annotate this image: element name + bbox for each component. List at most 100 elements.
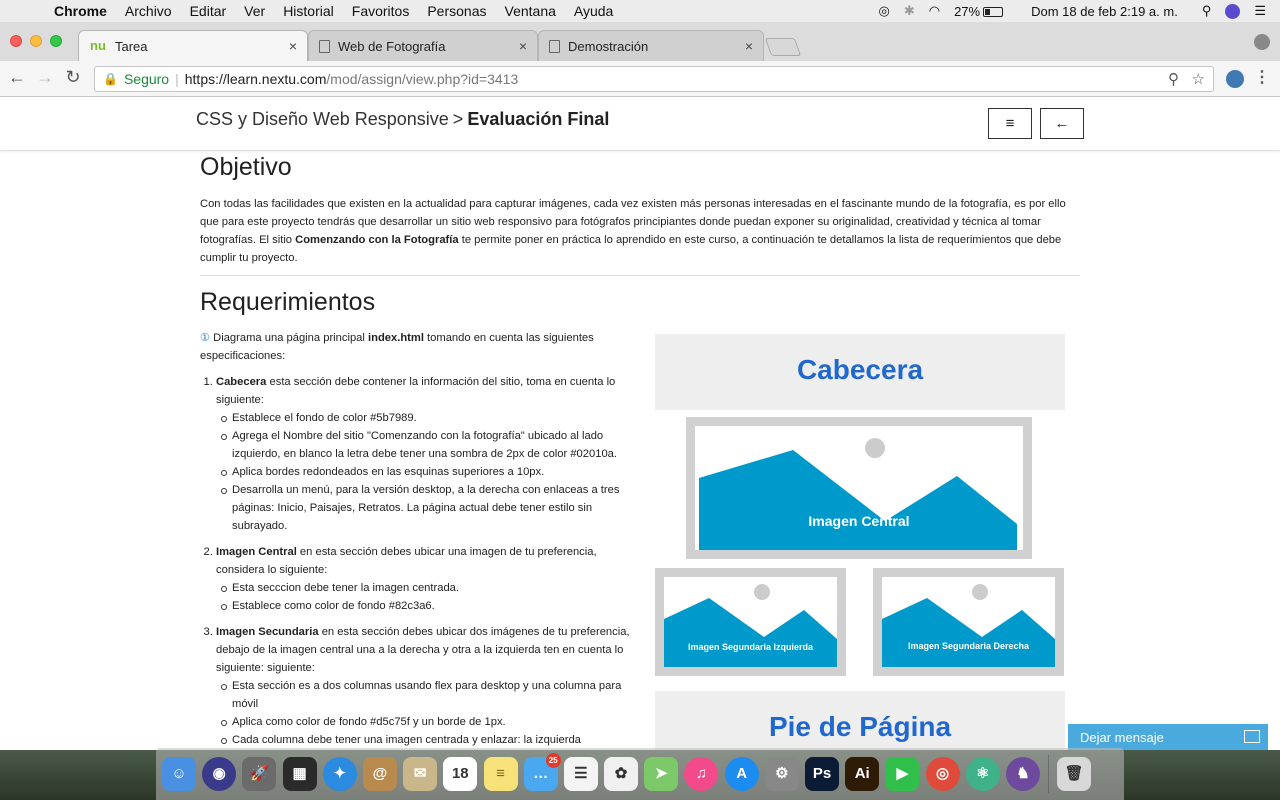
diagram-footer-block: Pie de Página bbox=[655, 691, 1065, 750]
creative-cloud-icon[interactable]: ◎ bbox=[878, 3, 889, 19]
dock-illustrator-icon[interactable]: Ai bbox=[845, 757, 880, 791]
url-path: /mod/assign/view.php?id=3413 bbox=[326, 71, 519, 87]
page-header: CSS y Diseño Web Responsive > Evaluación F… bbox=[0, 97, 1280, 151]
dock-github-icon[interactable]: ♞ bbox=[1005, 757, 1040, 791]
dock-siri-icon[interactable]: ◉ bbox=[202, 757, 237, 791]
menu-ventana[interactable]: Ventana bbox=[505, 3, 556, 19]
menu-editar[interactable]: Editar bbox=[190, 3, 227, 19]
dock-trash-icon[interactable]: 🗑 bbox=[1057, 757, 1092, 791]
menu-ver[interactable]: Ver bbox=[244, 3, 265, 19]
dock-photos-icon[interactable]: ✿ bbox=[604, 757, 639, 791]
dock-maps-icon[interactable]: ➤ bbox=[644, 757, 679, 791]
lock-icon: 🔒 bbox=[103, 72, 118, 86]
image-placeholder: Imagen Central bbox=[695, 426, 1023, 550]
siri-icon[interactable] bbox=[1225, 3, 1241, 19]
dock-notes-icon[interactable]: ≡ bbox=[483, 757, 518, 791]
chat-widget[interactable]: Dejar mensaje bbox=[1068, 724, 1268, 750]
requirements-list: ① Diagrama una página principal index.ht… bbox=[200, 329, 640, 750]
chat-label: Dejar mensaje bbox=[1080, 729, 1164, 745]
window-maximize-button[interactable] bbox=[50, 35, 62, 47]
dock-launchpad-icon[interactable]: 🚀 bbox=[242, 757, 277, 791]
zoom-icon[interactable]: ⚲ bbox=[1168, 70, 1179, 88]
window-close-button[interactable] bbox=[10, 35, 22, 47]
wifi-icon[interactable]: ◠ bbox=[929, 3, 940, 19]
tab-label: Web de Fotografía bbox=[338, 38, 446, 54]
back-button[interactable]: ← bbox=[1040, 108, 1084, 139]
expand-icon[interactable] bbox=[1244, 730, 1260, 743]
menu-favoritos[interactable]: Favoritos bbox=[352, 3, 410, 19]
dock-finder-icon[interactable]: ☺ bbox=[162, 757, 196, 791]
tab-label: Tarea bbox=[115, 38, 148, 54]
menu-personas[interactable]: Personas bbox=[427, 3, 486, 19]
profile-icon[interactable] bbox=[1254, 34, 1270, 50]
menu-ayuda[interactable]: Ayuda bbox=[574, 3, 613, 19]
list-item: Imagen Secundaria en esta sección debes … bbox=[216, 623, 640, 749]
close-icon[interactable]: × bbox=[519, 38, 527, 54]
bullet-item: Desarrolla un menú, para la versión desk… bbox=[221, 481, 640, 535]
bookmark-star-icon[interactable]: ☆ bbox=[1192, 70, 1205, 88]
battery-status[interactable]: 27% bbox=[954, 3, 1004, 19]
dock-reminders-icon[interactable]: ☰ bbox=[563, 757, 598, 791]
number-one-icon: ① bbox=[200, 332, 211, 344]
menu-app-name[interactable]: Chrome bbox=[54, 3, 107, 19]
diagram-header-block: Cabecera bbox=[655, 334, 1065, 410]
divider: | bbox=[175, 71, 179, 87]
close-icon[interactable]: × bbox=[745, 38, 753, 54]
tab-demostracion[interactable]: Demostración × bbox=[538, 30, 764, 61]
menu-archivo[interactable]: Archivo bbox=[125, 3, 172, 19]
diagram-secondary-left: Imagen Segundaria Izquierda bbox=[655, 568, 846, 676]
extension-icon[interactable] bbox=[1226, 70, 1244, 88]
diagram-footer-label: Pie de Página bbox=[768, 711, 952, 742]
dock-messages-icon[interactable]: … 25 bbox=[523, 753, 561, 791]
dock-safari-icon[interactable]: ✦ bbox=[322, 757, 357, 791]
layout-diagram: Cabecera Imagen Central Imagen Segundari… bbox=[655, 334, 1065, 750]
chrome-menu-icon[interactable]: ⋮ bbox=[1254, 67, 1270, 87]
tab-tarea[interactable]: nu Tarea × bbox=[78, 30, 308, 61]
back-arrow-icon[interactable]: ← bbox=[6, 67, 28, 88]
bullet-item: Cada columna debe tener una imagen centr… bbox=[221, 731, 640, 749]
breadcrumb-course-link[interactable]: CSS y Diseño Web Responsive bbox=[196, 109, 449, 129]
dock-itunes-icon[interactable]: ♫ bbox=[684, 757, 719, 791]
reload-icon[interactable]: ↻ bbox=[62, 67, 84, 88]
menu-historial[interactable]: Historial bbox=[283, 3, 334, 19]
list-item: Imagen Central en esta sección debes ubi… bbox=[216, 543, 640, 615]
dock-photoshop-icon[interactable]: Ps bbox=[805, 757, 839, 791]
clock[interactable]: Dom 18 de feb 2:19 a. m. bbox=[1031, 4, 1178, 19]
dock-system-preferences-icon[interactable]: ⚙ bbox=[764, 757, 799, 791]
close-icon[interactable]: × bbox=[289, 38, 297, 54]
dock-calendar-icon[interactable]: 18 bbox=[443, 757, 478, 791]
dock-mail-icon[interactable]: ✉ bbox=[403, 757, 438, 791]
dock-atom-icon[interactable]: ⚛ bbox=[965, 757, 1000, 791]
hamburger-menu-button[interactable]: ≡ bbox=[988, 108, 1032, 139]
req-intro-text: Diagrama una página principal bbox=[210, 332, 368, 344]
objective-heading: Objetivo bbox=[200, 153, 292, 181]
browser-toolbar: ← → ↻ 🔒 Seguro | https://learn.nextu.com… bbox=[0, 61, 1280, 97]
tab-web-fotografia[interactable]: Web de Fotografía × bbox=[308, 30, 538, 61]
diagram-secondary-left-label: Imagen Segundaria Izquierda bbox=[687, 642, 814, 652]
dock-contacts-icon[interactable]: @ bbox=[362, 757, 397, 791]
section-name: Cabecera bbox=[216, 376, 267, 388]
document-icon bbox=[549, 39, 560, 53]
dock-chrome-icon[interactable]: ◎ bbox=[925, 757, 960, 791]
battery-percent: 27% bbox=[954, 3, 981, 19]
new-tab-button[interactable] bbox=[764, 38, 802, 56]
main-content: Objetivo Con todas las facilidades que e… bbox=[200, 151, 1080, 750]
nextu-logo-icon: nu bbox=[90, 38, 106, 53]
window-minimize-button[interactable] bbox=[30, 35, 42, 47]
menu-bar: Chrome Archivo Editar Ver Historial Favo… bbox=[0, 0, 1280, 22]
bullet-item: Esta secccion debe tener la imagen centr… bbox=[221, 579, 640, 597]
dock-photo-booth-icon[interactable]: ▦ bbox=[282, 757, 317, 791]
forward-arrow-icon[interactable]: → bbox=[34, 67, 56, 88]
image-placeholder: Imagen Segundaria Izquierda bbox=[664, 577, 837, 667]
address-bar[interactable]: 🔒 Seguro | https://learn.nextu.com/mod/a… bbox=[94, 66, 1214, 92]
bluetooth-icon[interactable]: ✱ bbox=[904, 3, 915, 19]
notification-center-icon[interactable]: ☰ bbox=[1254, 3, 1266, 19]
dock-app-store-icon[interactable]: A bbox=[724, 757, 759, 791]
dock-facetime-icon[interactable]: ▶ bbox=[885, 757, 920, 791]
diagram-secondary-right: Imagen Segundaria Derecha bbox=[873, 568, 1064, 676]
breadcrumb: CSS y Diseño Web Responsive > Evaluación F… bbox=[196, 109, 609, 130]
landscape-icon bbox=[664, 584, 837, 667]
notification-badge: 25 bbox=[545, 753, 561, 768]
bullet-item: Aplica como color de fondo #d5c75f y un … bbox=[221, 713, 640, 731]
spotlight-icon[interactable]: ⚲ bbox=[1202, 3, 1212, 19]
